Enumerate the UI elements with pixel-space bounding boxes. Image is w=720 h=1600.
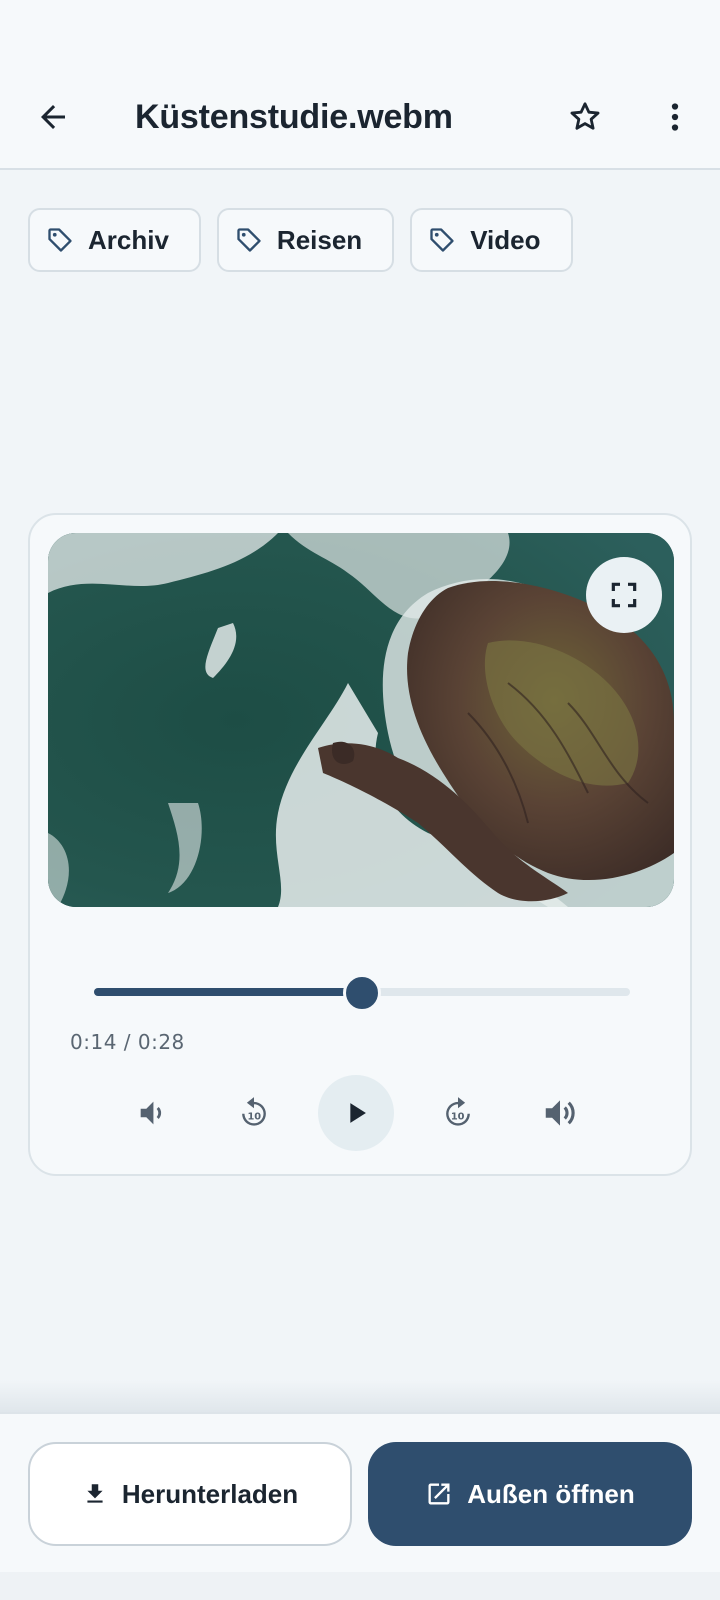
back-button[interactable]	[25, 89, 81, 145]
svg-text:10: 10	[247, 1111, 261, 1122]
replay-10-button[interactable]: 10	[216, 1075, 292, 1151]
download-button[interactable]: Herunterladen	[28, 1442, 352, 1546]
favorite-button[interactable]	[557, 89, 613, 145]
fullscreen-icon	[611, 582, 637, 608]
tag-chip-video[interactable]: Video	[410, 208, 573, 272]
tag-chip-archiv[interactable]: Archiv	[28, 208, 201, 272]
tag-icon	[430, 228, 454, 252]
arrow-left-icon	[41, 105, 65, 129]
tag-icon	[48, 228, 72, 252]
volume-up-button[interactable]	[522, 1075, 598, 1151]
tag-list: Archiv Reisen Video	[28, 208, 573, 272]
open-external-button[interactable]: Außen öffnen	[368, 1442, 692, 1546]
app-bar: Küstenstudie.webm	[0, 64, 720, 170]
tag-chip-reisen[interactable]: Reisen	[216, 208, 395, 272]
playback-controls: 10 10	[30, 1075, 694, 1151]
video-frame[interactable]	[48, 533, 674, 907]
volume-up-icon	[545, 1100, 575, 1126]
download-label: Herunterladen	[121, 1478, 299, 1509]
download-icon	[87, 1484, 103, 1503]
fullscreen-button[interactable]	[586, 557, 662, 633]
volume-down-icon	[140, 1101, 162, 1125]
playback-time: 0:14 / 0:28	[70, 1030, 185, 1054]
forward-10-icon: 10	[446, 1097, 470, 1126]
tag-label: Archiv	[88, 224, 169, 255]
seek-progress	[94, 988, 362, 996]
tag-icon	[237, 228, 261, 252]
more-options-button[interactable]	[647, 89, 703, 145]
bottom-bar-shadow	[0, 1380, 720, 1412]
video-preview-image	[48, 533, 674, 907]
video-player-card: 0:14 / 0:28 10 10	[28, 513, 692, 1176]
tag-label: Reisen	[276, 224, 363, 255]
tag-label: Video	[470, 224, 541, 255]
more-vertical-icon	[671, 103, 679, 131]
bottom-action-bar: Herunterladen Außen öffnen	[0, 1412, 720, 1572]
star-outline-icon	[570, 102, 600, 130]
open-external-icon	[428, 1483, 450, 1505]
open-external-label: Außen öffnen	[467, 1478, 635, 1509]
play-icon	[350, 1103, 366, 1123]
svg-text:10: 10	[451, 1111, 465, 1122]
volume-down-button[interactable]	[114, 1075, 190, 1151]
seek-bar[interactable]	[94, 974, 630, 1012]
navigation-strip	[0, 1572, 720, 1600]
play-button[interactable]	[318, 1075, 394, 1151]
page-title: Küstenstudie.webm	[135, 98, 453, 136]
status-bar	[0, 0, 720, 64]
forward-10-button[interactable]: 10	[420, 1075, 496, 1151]
replay-10-icon: 10	[242, 1097, 266, 1126]
seek-thumb[interactable]	[343, 974, 381, 1012]
